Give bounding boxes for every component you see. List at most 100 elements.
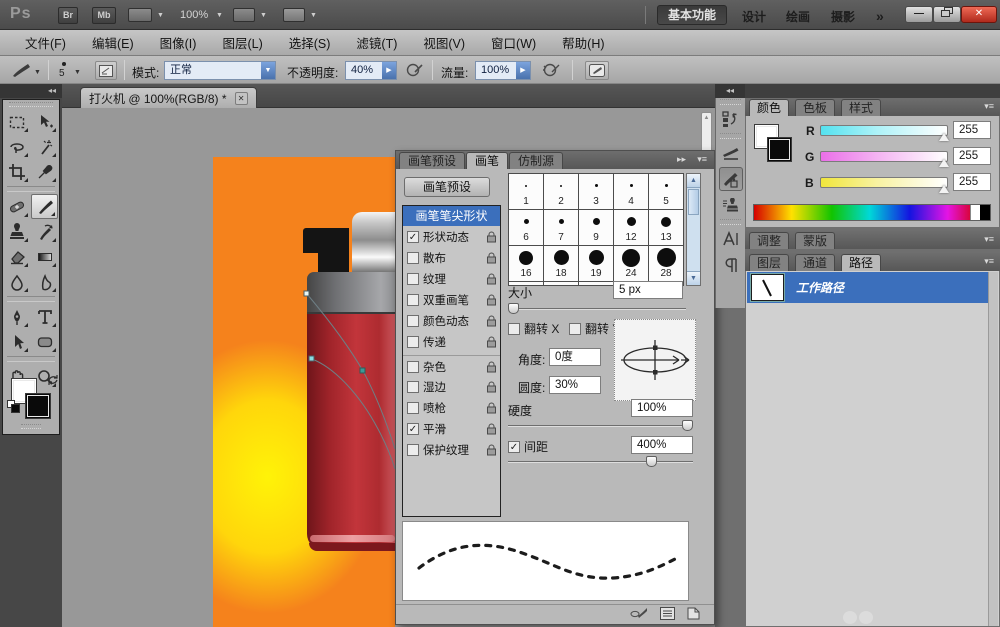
document-close-icon[interactable]: ✕ <box>235 92 248 105</box>
brush-tip-partial[interactable] <box>579 282 613 286</box>
tab-brush[interactable]: 画笔 <box>466 152 508 169</box>
mini-bridge-button[interactable]: Mb <box>92 7 116 24</box>
lock-icon[interactable] <box>486 252 497 264</box>
workspace-paint-button[interactable]: 绘画 <box>786 8 810 25</box>
mode-select[interactable]: 正常 ▼ <box>164 61 276 80</box>
crop-tool[interactable] <box>3 159 30 184</box>
lock-icon[interactable] <box>486 381 497 393</box>
tool-preset-dropdown-icon[interactable]: ▼ <box>34 69 41 76</box>
slider-thumb[interactable] <box>508 303 519 314</box>
channel-r-value[interactable]: 255 <box>953 121 991 139</box>
flip-x-checkbox[interactable]: 翻转 X <box>508 320 559 337</box>
channel-b-slider-thumb[interactable] <box>939 185 949 193</box>
spacing-slider[interactable] <box>508 456 693 468</box>
opacity-spinner-icon[interactable]: ▶ <box>382 62 396 79</box>
menu-view[interactable]: 视图(V) <box>410 33 478 52</box>
toolbar-collapse-icon[interactable]: ◂◂ <box>0 84 62 98</box>
document-tab[interactable]: 打火机 @ 100%(RGB/8) * ✕ <box>80 87 257 108</box>
setting-noise[interactable]: 杂色 <box>403 355 500 376</box>
zoom-level[interactable]: 100% <box>180 9 208 21</box>
checkbox[interactable] <box>407 402 419 414</box>
slider-thumb[interactable] <box>682 420 693 431</box>
workspace-design-button[interactable]: 设计 <box>742 8 766 25</box>
close-button[interactable]: ✕ <box>961 6 997 23</box>
angle-field[interactable]: 0度 <box>549 348 601 366</box>
checkbox[interactable] <box>407 315 419 327</box>
healing-brush-tool[interactable] <box>3 194 30 219</box>
brush-tip[interactable]: 3 <box>579 174 613 209</box>
tip-grid-scrollbar[interactable]: ▲ ▼ <box>686 173 701 286</box>
panel-menu-icon[interactable]: ▾≡ <box>697 154 707 165</box>
tablet-opacity-icon[interactable] <box>406 62 424 81</box>
pen-tool[interactable] <box>3 304 30 329</box>
brush-tip[interactable]: 12 <box>614 210 648 245</box>
dock-grip[interactable] <box>720 99 741 105</box>
checkbox[interactable] <box>407 381 419 393</box>
brush-tip[interactable]: 19 <box>579 246 613 281</box>
lock-icon[interactable] <box>486 423 497 435</box>
brush-tip[interactable]: 2 <box>544 174 578 209</box>
setting-color-dynamics[interactable]: 颜色动态 <box>403 310 500 331</box>
brush-tip[interactable]: 4 <box>614 174 648 209</box>
tab-layers[interactable]: 图层 <box>749 254 789 271</box>
menu-layer[interactable]: 图层(L) <box>209 33 275 52</box>
tab-clone-source[interactable]: 仿制源 <box>509 152 563 169</box>
lock-icon[interactable] <box>486 336 497 348</box>
spectrum-white-swatch[interactable] <box>970 205 980 220</box>
paths-scrollbar[interactable] <box>988 272 998 626</box>
brush-tip[interactable]: 5 <box>649 174 683 209</box>
toggle-brush-panel-icon[interactable] <box>585 61 609 80</box>
tab-brush-presets[interactable]: 画笔预设 <box>399 152 465 169</box>
artwork-lighter-image[interactable] <box>213 157 395 627</box>
size-field[interactable]: 5 px <box>613 281 683 299</box>
brush-presets-button[interactable]: 画笔预设 <box>404 177 490 197</box>
setting-scattering[interactable]: 散布 <box>403 247 500 268</box>
tab-color[interactable]: 颜色 <box>749 99 789 116</box>
brush-tool[interactable] <box>31 194 58 219</box>
brush-tip[interactable]: 16 <box>509 246 543 281</box>
zoom-dropdown-icon[interactable]: ▼ <box>216 12 223 19</box>
hardness-slider[interactable] <box>508 420 693 432</box>
arrange-dropdown-icon[interactable]: ▼ <box>260 12 267 19</box>
tool-presets-panel-icon[interactable] <box>719 141 743 165</box>
checkbox[interactable]: ✓ <box>407 423 419 435</box>
brush-tip[interactable]: 18 <box>544 246 578 281</box>
checkbox[interactable] <box>407 273 419 285</box>
brush-tip-shape-item[interactable]: 画笔笔尖形状 <box>403 206 500 226</box>
channel-g-value[interactable]: 255 <box>953 147 991 165</box>
tab-paths[interactable]: 路径 <box>841 254 881 271</box>
channel-r-slider[interactable] <box>820 125 948 136</box>
brush-tip[interactable]: 13 <box>649 210 683 245</box>
checkbox[interactable] <box>569 323 581 335</box>
new-brush-icon[interactable] <box>687 607 700 623</box>
menu-file[interactable]: 文件(F) <box>12 33 79 52</box>
setting-dual-brush[interactable]: 双重画笔 <box>403 289 500 310</box>
checkbox[interactable] <box>407 294 419 306</box>
minimize-button[interactable]: — <box>905 6 933 23</box>
view-extras-icon[interactable] <box>128 8 152 22</box>
brush-panel-dock-icon[interactable] <box>719 167 743 191</box>
path-thumbnail[interactable] <box>751 274 784 301</box>
tab-masks[interactable]: 蒙版 <box>795 232 835 249</box>
setting-airbrush[interactable]: 喷枪 <box>403 397 500 418</box>
lock-icon[interactable] <box>486 444 497 456</box>
default-colors-icon[interactable] <box>7 400 20 416</box>
scrollbar-thumb[interactable] <box>688 189 699 215</box>
panel-menu-icon[interactable]: ▾≡ <box>984 256 994 267</box>
clone-source-panel-icon[interactable] <box>719 193 743 217</box>
channel-g-slider[interactable] <box>820 151 948 162</box>
eraser-tool[interactable] <box>3 244 30 269</box>
setting-smoothing[interactable]: ✓平滑 <box>403 418 500 439</box>
blur-tool[interactable] <box>3 269 30 294</box>
setting-wet-edges[interactable]: 湿边 <box>403 376 500 397</box>
character-panel-icon[interactable] <box>719 227 743 251</box>
lock-icon[interactable] <box>486 294 497 306</box>
checkbox[interactable] <box>508 323 520 335</box>
checkbox[interactable] <box>407 444 419 456</box>
workspace-basic-button[interactable]: 基本功能 <box>657 5 727 25</box>
view-extras-dropdown-icon[interactable]: ▼ <box>157 12 164 19</box>
toolbar-grip[interactable] <box>21 424 41 429</box>
scroll-down-icon[interactable]: ▼ <box>687 271 700 285</box>
history-brush-tool[interactable] <box>31 219 58 244</box>
arrange-documents-icon[interactable] <box>233 8 255 22</box>
